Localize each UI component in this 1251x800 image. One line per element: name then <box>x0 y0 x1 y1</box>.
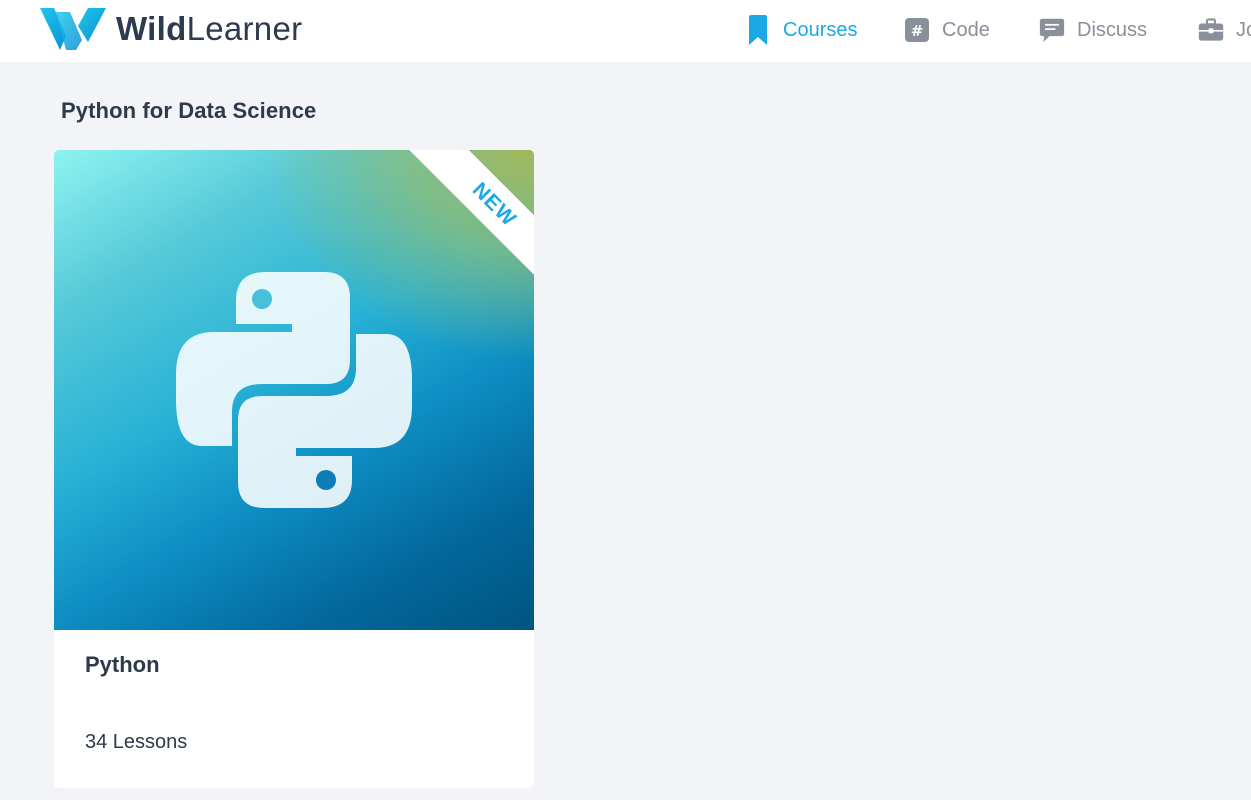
nav-discuss-label: Discuss <box>1077 18 1148 41</box>
nav-jobs-label: Jobs <box>1236 18 1251 41</box>
site-logo[interactable]: WildLearner <box>38 6 302 52</box>
course-title: Python <box>85 652 160 677</box>
nav-discuss[interactable]: Discuss <box>1039 14 1147 46</box>
python-logo-icon <box>176 272 412 508</box>
nav-jobs[interactable]: Jobs <box>1198 14 1251 46</box>
top-navbar: WildLearner Courses # Code Discuss Jobs <box>0 0 1251 62</box>
svg-text:#: # <box>911 22 924 40</box>
section-title: Python for Data Science <box>61 98 317 123</box>
course-lesson-count: 34 Lessons <box>85 731 188 753</box>
course-thumbnail: NEW <box>54 150 534 630</box>
nav-code[interactable]: # Code <box>904 14 990 46</box>
hash-icon: # <box>904 15 930 45</box>
nav-courses-label: Courses <box>783 18 858 41</box>
course-card-python[interactable]: NEW Python 34 Lessons <box>54 150 534 788</box>
nav-courses[interactable]: Courses <box>745 14 857 46</box>
wildlearner-logo-icon <box>40 8 106 50</box>
main-nav: Courses # Code Discuss Jobs <box>651 0 1251 62</box>
nav-code-label: Code <box>942 18 990 41</box>
chat-icon <box>1039 15 1065 45</box>
site-name: WildLearner <box>116 10 303 47</box>
briefcase-icon <box>1198 15 1224 45</box>
bookmark-icon <box>745 15 771 45</box>
